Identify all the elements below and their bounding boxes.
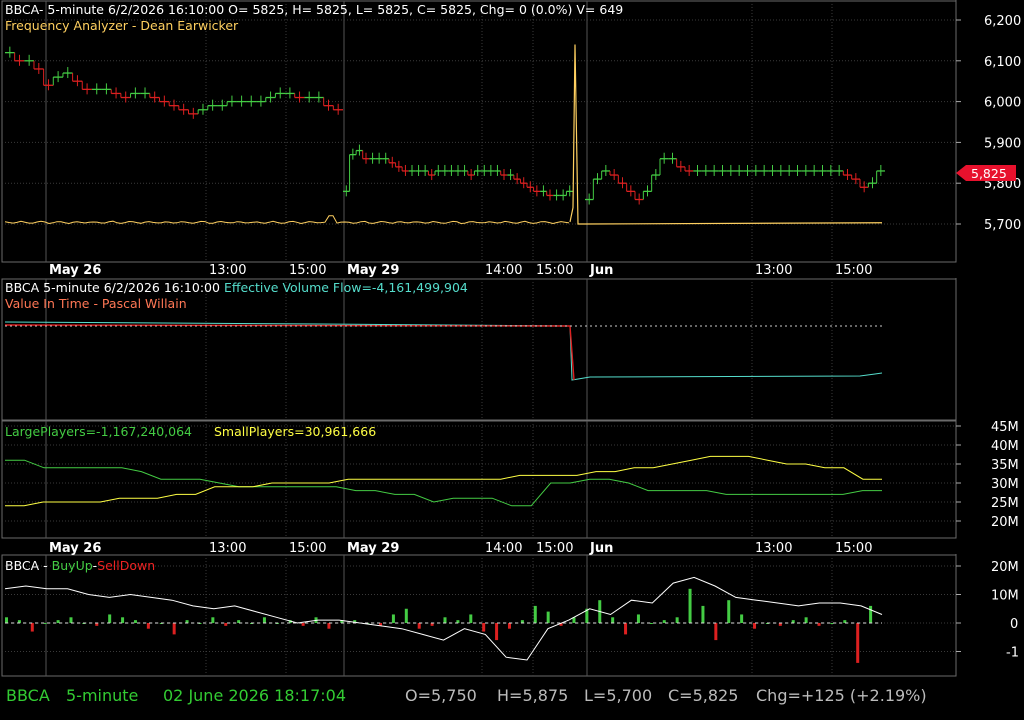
time-axis-label: 15:00	[289, 541, 326, 556]
buyup-selldown-bar	[495, 623, 499, 641]
buyup-selldown-bar	[727, 600, 731, 623]
buyup-tick-label: 20M	[991, 560, 1019, 575]
buyup-tick-label: 10M	[991, 589, 1019, 604]
buyup-selldown-bar	[636, 614, 640, 623]
time-axis-label: 13:00	[209, 541, 246, 556]
status-close: C=5,825	[668, 686, 739, 705]
buyup-selldown-bar	[211, 617, 215, 623]
time-axis-label: 15:00	[835, 541, 872, 556]
buyup-selldown-bar	[701, 605, 705, 623]
players-tick-label: 30M	[991, 477, 1019, 492]
price-panel-title: BBCA- 5-minute 6/2/2026 16:10:00 O= 5825…	[5, 2, 623, 17]
time-axis-label: Jun	[589, 263, 613, 278]
time-axis-label: 14:00	[485, 263, 522, 278]
status-change: Chg=+125 (+2.19%)	[756, 686, 927, 705]
status-interval: 5-minute	[66, 686, 139, 705]
buyup-selldown-bar	[43, 623, 47, 624]
players-tick-label: 45M	[991, 420, 1019, 435]
time-axis-label: 13:00	[209, 263, 246, 278]
buyup-selldown-bar	[133, 620, 137, 623]
status-bar: BBCA 5-minute 02 June 2026 18:17:04 O=5,…	[0, 682, 1024, 710]
buyup-selldown-bar	[856, 623, 860, 663]
time-axis-label: 15:00	[289, 263, 326, 278]
last-price-tag: 5,825	[956, 165, 1016, 181]
buyup-selldown-bar	[688, 588, 692, 623]
buyup-selldown-bar	[108, 614, 112, 623]
price-tick-label: 5,900	[984, 136, 1021, 151]
price-tick-label: 6,000	[984, 96, 1021, 111]
buyup-selldown-bar	[5, 617, 8, 623]
buyup-panel-title: BBCA - BuyUp-SellDown	[5, 558, 155, 573]
buyup-selldown-bar	[740, 614, 744, 623]
evf-panel-title: BBCA 5-minute 6/2/2026 16:10:00 Effectiv…	[5, 280, 468, 295]
status-open: O=5,750	[405, 686, 477, 705]
buyup-selldown-bar	[753, 623, 757, 629]
selldown-label: SellDown	[97, 558, 155, 573]
evf-value-label: Effective Volume Flow=-4,161,499,904	[224, 280, 468, 295]
time-axis-label: 15:00	[536, 263, 573, 278]
time-axis-label: 14:00	[485, 541, 522, 556]
time-axis-label: 15:00	[835, 263, 872, 278]
players-tick-label: 40M	[991, 439, 1019, 454]
buyup-tick-label: -1	[1006, 646, 1019, 661]
status-low: L=5,700	[584, 686, 653, 705]
buyup-selldown-bar	[507, 623, 511, 629]
time-axis-label: May 26	[49, 541, 101, 556]
buyup-selldown-bar	[533, 605, 537, 623]
buyup-selldown-bar	[121, 617, 125, 623]
evf-title-prefix: BBCA 5-minute 6/2/2026 16:10:00	[5, 280, 224, 295]
last-price-value: 5,825	[971, 166, 1007, 181]
price-tick-label: 6,100	[984, 55, 1021, 70]
buyup-selldown-bar	[869, 605, 873, 623]
time-axis-label: 15:00	[536, 541, 573, 556]
price-tick-label: 5,700	[984, 218, 1021, 233]
buyup-selldown-bar	[417, 623, 421, 629]
buyup-title-prefix: BBCA -	[5, 558, 52, 573]
buyup-selldown-bar	[714, 623, 718, 641]
buyup-selldown-bar	[624, 623, 628, 635]
status-symbol: BBCA	[6, 686, 50, 705]
buyup-label: BuyUp	[52, 558, 93, 573]
status-datetime: 02 June 2026 18:17:04	[163, 686, 347, 705]
buyup-selldown-bar	[172, 623, 176, 635]
buyup-selldown-bar	[649, 623, 653, 624]
players-tick-label: 25M	[991, 496, 1019, 511]
buyup-selldown-bar	[404, 608, 408, 623]
buyup-tick-label: 0	[1010, 617, 1018, 632]
time-axis-label: May 29	[347, 263, 399, 278]
evf-panel-subtitle: Value In Time - Pascal Willain	[5, 296, 187, 311]
time-axis-label: May 29	[347, 541, 399, 556]
buyup-selldown-bar	[830, 623, 834, 624]
time-axis-label: 13:00	[755, 263, 792, 278]
players-tick-label: 35M	[991, 458, 1019, 473]
players-tick-label: 20M	[991, 515, 1019, 530]
buyup-selldown-bar	[262, 617, 266, 623]
buyup-selldown-bar	[391, 614, 395, 623]
time-axis-label: 13:00	[755, 541, 792, 556]
small-players-label: SmallPlayers=30,961,666	[214, 424, 376, 439]
buyup-selldown-bar	[69, 617, 73, 623]
chart-canvas: May 26 13:00 15:00 May 29 14:00 15:00 Jun 13:00…	[0, 0, 1024, 720]
time-axis-label: Jun	[589, 541, 613, 556]
large-players-label: LargePlayers=-1,167,240,064	[5, 424, 192, 439]
buyup-selldown-bar	[224, 623, 228, 626]
status-high: H=5,875	[497, 686, 569, 705]
price-panel-subtitle: Frequency Analyzer - Dean Earwicker	[5, 18, 239, 33]
buyup-selldown-bar	[675, 617, 679, 623]
buyup-selldown-bar	[443, 617, 447, 623]
buyup-selldown-bar	[146, 623, 150, 629]
buyup-selldown-bar	[546, 611, 550, 623]
price-tick-label: 6,200	[984, 14, 1021, 29]
buyup-selldown-bar	[327, 623, 331, 629]
buyup-selldown-bar	[804, 617, 808, 623]
buyup-selldown-bar	[611, 617, 615, 623]
buyup-selldown-bar	[469, 614, 473, 623]
time-axis-label: May 26	[49, 263, 101, 278]
buyup-selldown-bar	[30, 623, 34, 632]
buyup-selldown-bar	[301, 623, 305, 626]
buyup-selldown-bar	[482, 623, 486, 632]
